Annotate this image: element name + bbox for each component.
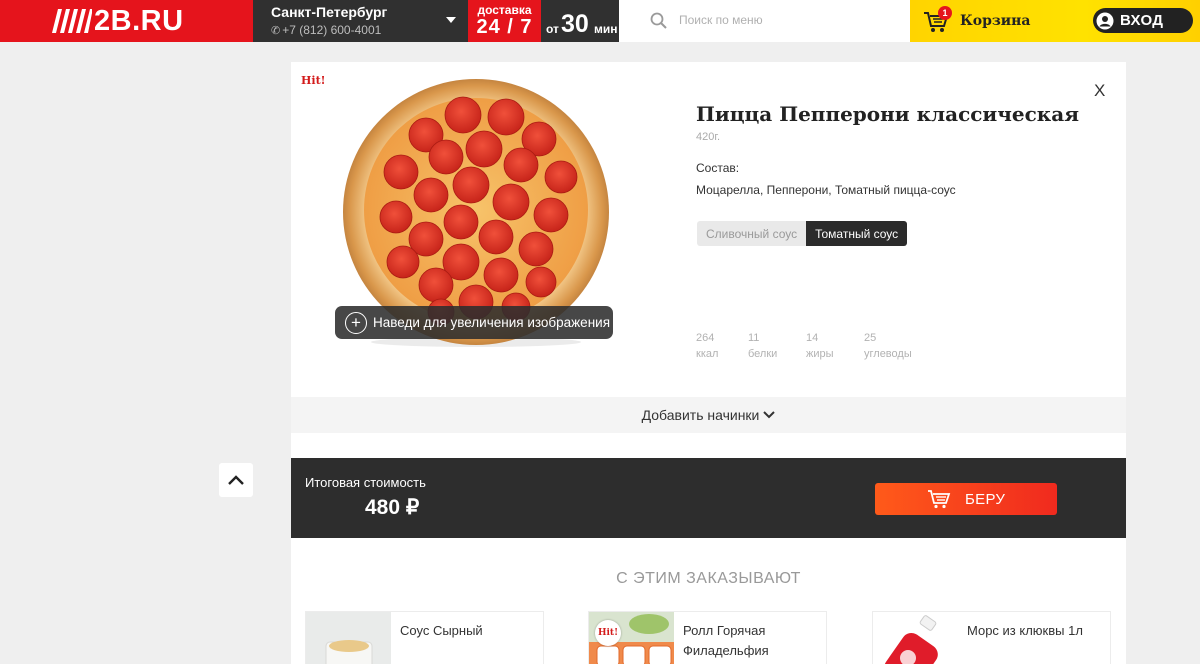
scroll-to-top-button[interactable] (219, 463, 253, 497)
total-price: 480 ₽ (365, 496, 420, 519)
logo[interactable]: 2B.RU (0, 0, 253, 42)
add-toppings-toggle[interactable]: Добавить начинки (291, 397, 1126, 433)
related-title: С ЭТИМ ЗАКАЗЫВАЮТ (616, 570, 801, 587)
cart-count-badge: 1 (938, 6, 952, 20)
nutrition-carbs: 25 углеводы (864, 330, 924, 362)
delivery-time: от 30 мин (541, 0, 619, 42)
chevron-up-icon (228, 475, 244, 485)
cart-button[interactable]: 1 Корзина (922, 6, 1031, 36)
buy-label: БЕРУ (965, 490, 1006, 508)
phone-icon: ✆ (271, 24, 281, 37)
search-icon[interactable] (649, 11, 669, 31)
spacer (291, 433, 1126, 458)
related-item-name: Морс из клюквы 1л (967, 623, 1083, 638)
logo-text: 2B.RU (94, 5, 184, 37)
add-toppings-label: Добавить начинки (641, 407, 760, 423)
delivery-hours: 24 / 7 (476, 16, 533, 38)
related-item[interactable]: Морс из клюквы 1л (872, 611, 1111, 664)
sauce-option-tomato[interactable]: Томатный соус (806, 221, 908, 246)
city-name: Санкт-Петербург (271, 4, 388, 20)
cart-icon (928, 490, 951, 509)
related-item-image (873, 612, 958, 664)
nutrition-value: 11 (748, 332, 760, 344)
delivery-time-unit: мин (594, 22, 618, 36)
cart-label: Корзина (960, 13, 1031, 29)
search-input[interactable] (679, 9, 899, 31)
close-button[interactable]: X (1094, 81, 1105, 101)
total-bar: Итоговая стоимость 480 ₽ БЕРУ (291, 458, 1126, 538)
composition-label: Состав: (696, 161, 740, 175)
cart-area: 1 Корзина ВХОД (910, 0, 1200, 42)
nutrition-facts: 264 ккал 11 белки 14 жиры 25 углеводы (696, 330, 924, 362)
sauce-selector: Сливочный соус Томатный соус (697, 221, 908, 246)
related-item-name: Соус Сырный (400, 623, 483, 638)
nutrition-unit: жиры (806, 348, 834, 360)
login-label: ВХОД (1120, 12, 1164, 29)
sauce-option-creamy[interactable]: Сливочный соус (697, 221, 807, 246)
related-item-image (306, 612, 391, 664)
nutrition-calories: 264 ккал (696, 330, 748, 362)
chevron-down-icon (763, 411, 776, 419)
product-weight: 420г. (696, 131, 721, 143)
related-item-name: Ролл Горячая Филадельфия (683, 623, 769, 658)
total-label: Итоговая стоимость (305, 475, 426, 490)
login-button[interactable]: ВХОД (1093, 8, 1193, 33)
composition-value: Моцарелла, Пепперони, Томатный пицца-соу… (696, 183, 956, 197)
nutrition-unit: белки (748, 348, 778, 360)
nutrition-unit: ккал (696, 348, 719, 360)
nutrition-fat: 14 жиры (806, 330, 864, 362)
related-item[interactable]: Hit! Ролл Горячая Филадельфия (588, 611, 827, 664)
delivery-label: доставка (477, 3, 532, 17)
nutrition-unit: углеводы (864, 348, 912, 360)
logo-stripes-icon (52, 9, 92, 33)
cart-icon: 1 (922, 6, 952, 35)
buy-button[interactable]: БЕРУ (875, 483, 1057, 515)
header: 2B.RU Санкт-Петербург ✆ +7 (812) 600-400… (0, 0, 1200, 42)
phone-number[interactable]: ✆ +7 (812) 600-4001 (271, 23, 381, 37)
plus-icon: + (345, 311, 367, 334)
related-item[interactable]: Соус Сырный (305, 611, 544, 664)
chevron-down-icon (446, 17, 456, 23)
delivery-time-minutes: 30 (561, 10, 589, 38)
product-card: Hit! + Наведи для увеличения изображения… (291, 62, 1126, 397)
user-icon (1096, 12, 1114, 29)
delivery-badge: доставка 24 / 7 (468, 0, 541, 42)
nutrition-value: 25 (864, 332, 877, 344)
hit-badge: Hit! (301, 74, 326, 87)
hit-badge: Hit! (595, 620, 621, 646)
delivery-time-prefix: от (546, 22, 559, 36)
phone-text: +7 (812) 600-4001 (282, 23, 382, 37)
nutrition-value: 264 (696, 332, 715, 344)
city-selector[interactable]: Санкт-Петербург ✆ +7 (812) 600-4001 (253, 0, 468, 42)
zoom-hint-label: Наведи для увеличения изображения (373, 315, 611, 330)
product-title: Пицца Пепперони классическая (696, 102, 1079, 126)
related-products: С ЭТИМ ЗАКАЗЫВАЮТ Соус Сырный Hit! Ролл … (291, 538, 1126, 664)
nutrition-value: 14 (806, 332, 819, 344)
related-item-image: Hit! (589, 612, 674, 664)
nutrition-protein: 11 белки (748, 330, 806, 362)
zoom-hint-button[interactable]: + Наведи для увеличения изображения (335, 306, 613, 339)
search-bar (619, 0, 910, 42)
